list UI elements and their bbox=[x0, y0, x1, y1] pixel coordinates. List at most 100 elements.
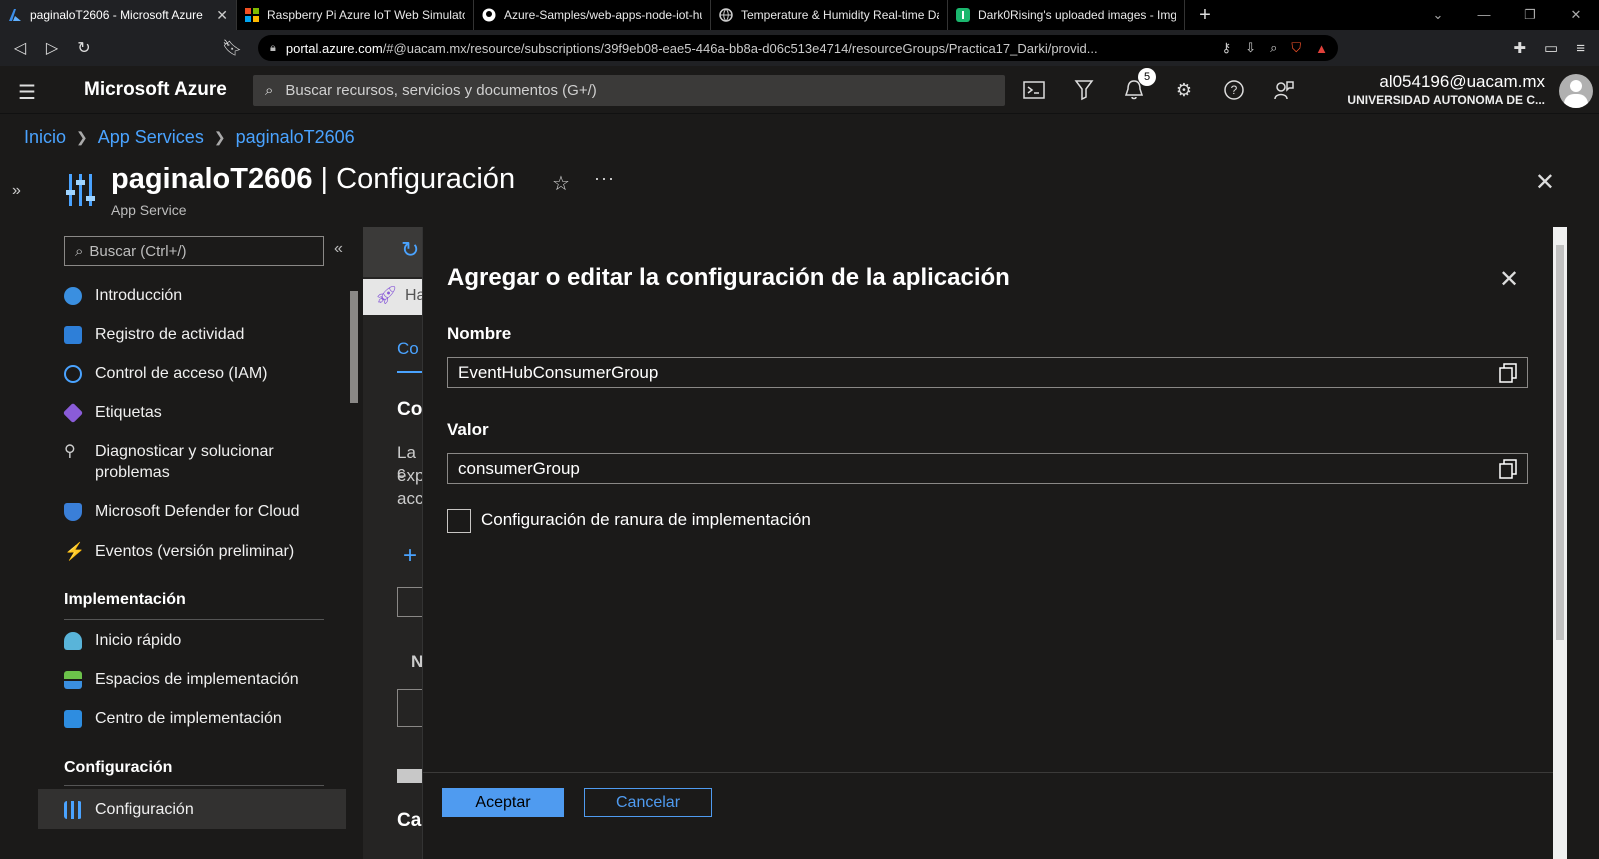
name-label: Nombre bbox=[447, 324, 512, 343]
log-icon bbox=[64, 326, 82, 344]
menu-item-diagnosticar[interactable]: ⚲ Diagnosticar y solucionar problemas bbox=[38, 441, 346, 483]
tab-simulator[interactable]: Raspberry Pi Azure IoT Web Simulator bbox=[237, 0, 474, 30]
breadcrumb-home[interactable]: Inicio bbox=[24, 127, 66, 148]
user-org: UNIVERSIDAD AUTONOMA DE C... bbox=[1347, 93, 1545, 107]
chevron-right-icon: ❯ bbox=[76, 129, 88, 145]
footer-divider bbox=[423, 772, 1553, 773]
tab-azure[interactable]: paginaloT2606 - Microsoft Azure ✕ bbox=[0, 0, 237, 30]
menu-item-label: Etiquetas bbox=[95, 404, 162, 421]
tab-temperature[interactable]: Temperature & Humidity Real-time Da bbox=[711, 0, 948, 30]
name-field[interactable]: EventHubConsumerGroup bbox=[447, 357, 1528, 388]
tab-underline bbox=[397, 371, 423, 373]
search-icon: ⌕ bbox=[265, 82, 274, 99]
menu-item-label: Control de acceso (IAM) bbox=[95, 365, 268, 382]
avatar[interactable] bbox=[1559, 74, 1593, 108]
menu-item-etiquetas[interactable]: Etiquetas bbox=[38, 402, 346, 424]
url-host: portal.azure.com bbox=[285, 40, 383, 56]
portal-menu-icon[interactable]: ☰ bbox=[18, 80, 36, 105]
restore-icon[interactable]: ❐ bbox=[1507, 0, 1553, 30]
tab-search-icon[interactable]: ⌄ bbox=[1415, 0, 1461, 30]
extensions-icon[interactable]: ✚ bbox=[1513, 39, 1526, 57]
lock-icon: 🔒︎ bbox=[270, 41, 276, 54]
slot-setting-checkbox[interactable] bbox=[447, 509, 471, 533]
notifications-icon[interactable]: 5 bbox=[1122, 68, 1156, 102]
scrollbar-thumb[interactable] bbox=[1556, 245, 1564, 640]
add-icon[interactable]: + bbox=[403, 542, 417, 570]
menu-item-configuracion[interactable]: Configuración bbox=[38, 789, 346, 829]
brave-rewards-icon[interactable]: ▲ bbox=[1315, 41, 1328, 56]
install-icon[interactable]: ⇩ bbox=[1245, 40, 1256, 56]
feedback-icon[interactable] bbox=[1272, 78, 1296, 102]
tab-imgur[interactable]: Dark0Rising's uploaded images - Imgu bbox=[948, 0, 1185, 30]
help-icon[interactable]: ? bbox=[1222, 78, 1246, 102]
filter-box[interactable] bbox=[397, 587, 423, 617]
favorite-star-icon[interactable]: ☆ bbox=[552, 171, 570, 196]
section-heading: Ca bbox=[397, 810, 422, 831]
horizontal-scrollbar[interactable] bbox=[397, 769, 423, 783]
close-blade-icon[interactable]: ✕ bbox=[1535, 168, 1555, 197]
brave-shield-icon[interactable]: ⛉ bbox=[1291, 40, 1301, 56]
global-search-input[interactable]: ⌕ Buscar recursos, servicios y documento… bbox=[253, 75, 1005, 106]
menu-item-registro[interactable]: Registro de actividad bbox=[38, 324, 346, 345]
forward-icon[interactable]: ▷ bbox=[36, 38, 68, 58]
azure-icon bbox=[9, 9, 21, 21]
resource-menu: ⌕ Buscar (Ctrl+/) « Introducción Registr… bbox=[38, 227, 360, 859]
bookmark-icon[interactable]: 🔖︎ bbox=[216, 38, 248, 58]
settings-gear-icon[interactable]: ⚙ bbox=[1172, 78, 1196, 102]
browser-toolbar: ◁ ▷ ↻ 🔖︎ 🔒︎ portal.azure.com /#@uacam.mx… bbox=[0, 30, 1599, 66]
menu-search-input[interactable]: ⌕ Buscar (Ctrl+/) bbox=[64, 236, 324, 266]
menu-item-eventos[interactable]: ⚡ Eventos (versión preliminar) bbox=[38, 541, 346, 562]
accept-button[interactable]: Aceptar bbox=[442, 788, 564, 817]
copy-icon[interactable] bbox=[1499, 363, 1517, 383]
back-icon[interactable]: ◁ bbox=[4, 38, 36, 58]
menu-item-espacios[interactable]: Espacios de implementación bbox=[38, 669, 346, 690]
menu-item-iam[interactable]: Control de acceso (IAM) bbox=[38, 363, 346, 384]
value-label: Valor bbox=[447, 420, 489, 439]
value-value: consumerGroup bbox=[458, 458, 580, 478]
cancel-button[interactable]: Cancelar bbox=[584, 788, 712, 817]
menu-item-introduccion[interactable]: Introducción bbox=[38, 285, 346, 306]
close-tab-icon[interactable]: ✕ bbox=[216, 7, 228, 24]
svg-text:?: ? bbox=[1231, 83, 1238, 97]
menu-icon[interactable]: ≡ bbox=[1576, 40, 1585, 57]
breadcrumb-app[interactable]: paginaloT2606 bbox=[236, 127, 355, 148]
close-window-icon[interactable]: ✕ bbox=[1553, 0, 1599, 30]
tab-github[interactable]: Azure-Samples/web-apps-node-iot-hu bbox=[474, 0, 711, 30]
menu-item-centro[interactable]: Centro de implementación bbox=[38, 708, 346, 729]
wallet-icon[interactable]: ▭ bbox=[1544, 39, 1558, 57]
scrollbar-thumb[interactable] bbox=[350, 291, 358, 403]
zoom-icon[interactable]: ⌕ bbox=[1270, 40, 1277, 56]
menu-search-placeholder: Buscar (Ctrl+/) bbox=[89, 242, 187, 260]
menu-item-defender[interactable]: Microsoft Defender for Cloud bbox=[38, 501, 346, 522]
brand-link[interactable]: Microsoft Azure bbox=[84, 79, 227, 101]
collapse-menu-icon[interactable]: « bbox=[334, 240, 343, 258]
minimize-icon[interactable]: — bbox=[1461, 0, 1507, 30]
menu-scrollbar[interactable] bbox=[348, 277, 360, 859]
menu-item-label: Diagnosticar y solucionar problemas bbox=[95, 443, 274, 481]
value-field[interactable]: consumerGroup bbox=[447, 453, 1528, 484]
close-icon[interactable]: ✕ bbox=[1499, 265, 1519, 294]
key-icon[interactable]: ⚷ bbox=[1222, 40, 1232, 56]
panel-scrollbar[interactable] bbox=[1553, 227, 1567, 859]
menu-item-label: Espacios de implementación bbox=[95, 671, 299, 688]
cloud-shell-icon[interactable] bbox=[1022, 78, 1046, 102]
copy-icon[interactable] bbox=[1499, 459, 1517, 479]
notification-badge: 5 bbox=[1138, 68, 1156, 86]
slot-setting-label: Configuración de ranura de implementació… bbox=[481, 510, 811, 529]
reload-icon[interactable]: ↻ bbox=[68, 38, 100, 58]
directory-filter-icon[interactable] bbox=[1072, 78, 1096, 102]
github-icon bbox=[482, 8, 496, 22]
menu-item-inicio-rapido[interactable]: Inicio rápido bbox=[38, 630, 346, 651]
page-title-section: Configuración bbox=[336, 163, 516, 195]
tab-title: Raspberry Pi Azure IoT Web Simulator bbox=[267, 8, 465, 22]
menu-divider bbox=[64, 619, 324, 620]
breadcrumb-app-services[interactable]: App Services bbox=[98, 127, 204, 148]
tab-title: Dark0Rising's uploaded images - Imgu bbox=[978, 8, 1176, 22]
refresh-icon[interactable]: ↻ bbox=[401, 237, 419, 263]
table-row[interactable] bbox=[397, 689, 423, 727]
expand-menu-icon[interactable]: » bbox=[12, 182, 21, 200]
account-info[interactable]: al054196@uacam.mx UNIVERSIDAD AUTONOMA D… bbox=[1347, 72, 1545, 107]
more-options-icon[interactable]: ··· bbox=[594, 168, 615, 189]
address-bar[interactable]: 🔒︎ portal.azure.com /#@uacam.mx/resource… bbox=[258, 35, 1338, 61]
new-tab-button[interactable]: + bbox=[1185, 4, 1225, 27]
